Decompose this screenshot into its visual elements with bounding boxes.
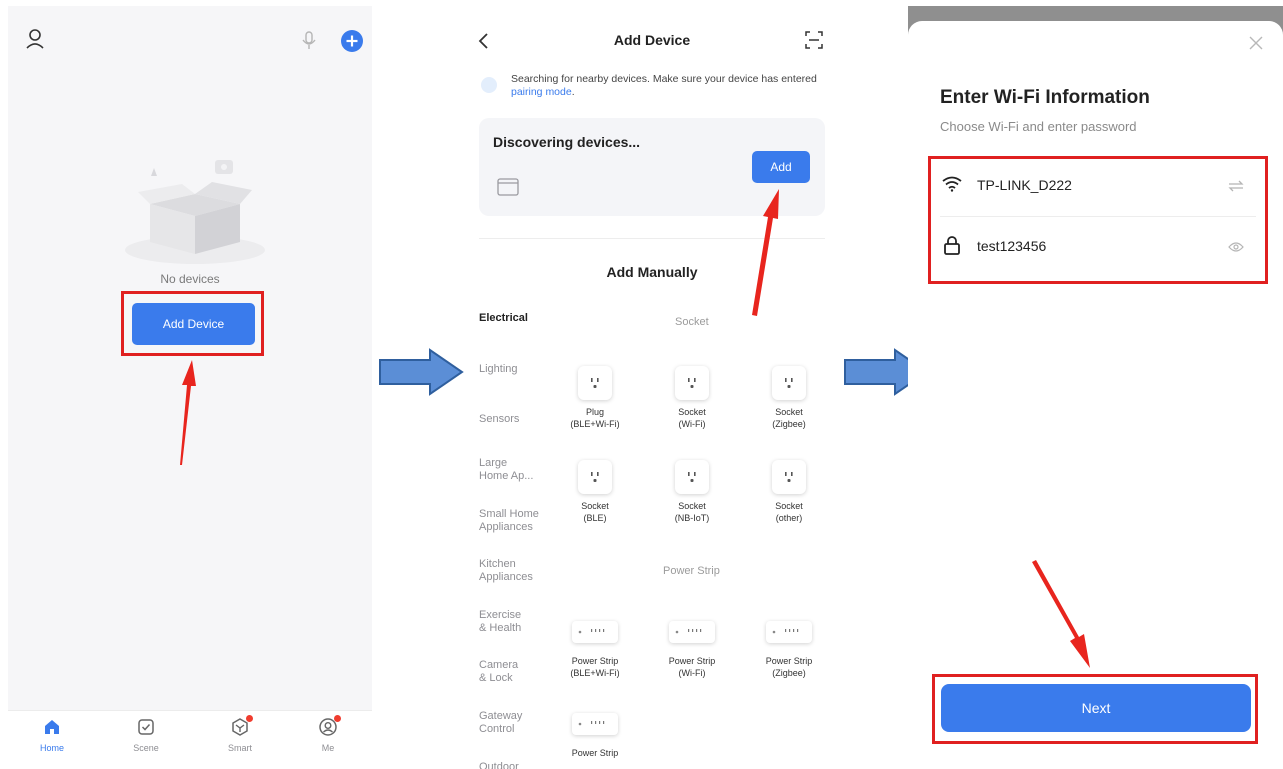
add-discovered-button[interactable]: Add <box>752 151 810 183</box>
category-gateway-control[interactable]: Gateway Control <box>479 710 559 736</box>
device-line2: (BLE) <box>583 513 607 523</box>
device-line1: Plug <box>585 407 604 417</box>
tab-home-label: Home <box>39 743 64 753</box>
device-line2: (Wi-Fi) <box>678 668 706 678</box>
me-icon <box>318 715 341 739</box>
category-exercise-health[interactable]: Exercise & Health <box>479 609 559 635</box>
device-line1: Power Strip <box>668 656 716 666</box>
device-socket-other[interactable]: Socket (other) <box>749 460 829 524</box>
smart-icon <box>230 715 253 739</box>
category-outdoor[interactable]: Outdoor <box>479 761 559 769</box>
category-kitchen-appliances[interactable]: Kitchen Appliances <box>479 558 559 584</box>
category-electrical[interactable]: Electrical <box>479 312 559 325</box>
search-hint-end: . <box>571 86 575 98</box>
no-devices-label: No devices <box>160 272 220 286</box>
device-line2: (other) <box>775 513 803 523</box>
flow-arrow-right-1 <box>379 348 464 396</box>
category-lighting[interactable]: Lighting <box>479 363 559 376</box>
device-line1: Power Strip <box>571 748 619 758</box>
pointer-arrow-2 <box>752 189 779 316</box>
smart-badge <box>246 715 253 722</box>
socket-icon <box>675 460 709 494</box>
power-strip-icon <box>766 621 812 643</box>
device-line1: Power Strip <box>765 656 813 666</box>
device-power-strip-zigbee[interactable]: Power Strip (Zigbee) <box>749 615 829 679</box>
socket-icon <box>772 366 806 400</box>
device-plug-ble-wifi[interactable]: Plug (BLE+Wi-Fi) <box>555 366 635 430</box>
category-small-home-appliances[interactable]: Small Home Appliances <box>479 508 559 534</box>
search-hint-text: Searching for nearby devices. Make sure … <box>511 73 817 85</box>
device-line2: (BLE+Wi-Fi) <box>570 668 620 678</box>
category-camera-lock[interactable]: Camera & Lock <box>479 659 559 685</box>
device-power-strip-wifi[interactable]: Power Strip (Wi-Fi) <box>652 615 732 679</box>
tab-me[interactable]: Me <box>298 715 358 753</box>
microphone-icon[interactable] <box>301 30 317 57</box>
tab-smart[interactable]: Smart <box>210 715 270 753</box>
category-sensors[interactable]: Sensors <box>479 413 559 426</box>
pairing-mode-link[interactable]: pairing mode <box>511 86 572 98</box>
home-icon <box>22 717 82 739</box>
device-line2: (Zigbee) <box>772 668 806 678</box>
device-line1: Power Strip <box>571 656 619 666</box>
device-line2: (NB-IoT) <box>674 513 710 523</box>
device-line1: Socket <box>775 407 803 417</box>
socket-icon <box>675 366 709 400</box>
pointer-arrow-1 <box>180 360 196 465</box>
tab-home[interactable]: Home <box>22 717 82 753</box>
device-line2: (Zigbee) <box>772 419 806 429</box>
socket-icon <box>578 366 612 400</box>
bluetooth-search-icon <box>480 76 498 99</box>
tab-smart-label: Smart <box>227 743 252 753</box>
close-icon[interactable] <box>1248 35 1264 56</box>
discovering-title: Discovering devices... <box>493 134 641 150</box>
power-strip-icon <box>572 713 618 735</box>
highlight-add-device <box>121 291 264 356</box>
device-line1: Socket <box>678 501 706 511</box>
wifi-info-subtitle: Choose Wi-Fi and enter password <box>940 119 1137 134</box>
tab-scene[interactable]: Scene <box>116 717 176 753</box>
socket-icon <box>772 460 806 494</box>
device-socket-wifi[interactable]: Socket (Wi-Fi) <box>652 366 732 430</box>
power-strip-icon <box>572 621 618 643</box>
search-hint: Searching for nearby devices. Make sure … <box>511 73 821 99</box>
device-placeholder-icon <box>497 178 519 201</box>
highlight-wifi-form <box>928 156 1268 284</box>
power-strip-icon <box>669 621 715 643</box>
device-socket-nb-iot[interactable]: Socket (NB-IoT) <box>652 460 732 524</box>
wifi-info-title: Enter Wi-Fi Information <box>940 87 1150 108</box>
section-power-strip: Power Strip <box>663 565 720 577</box>
profile-icon[interactable] <box>25 28 45 55</box>
highlight-next-button <box>932 674 1258 744</box>
pointer-arrow-3 <box>1032 560 1090 668</box>
tab-scene-label: Scene <box>133 743 159 753</box>
category-large-home-appliances[interactable]: Large Home Ap... <box>479 457 559 483</box>
scan-icon[interactable] <box>804 30 824 55</box>
me-badge <box>334 715 341 722</box>
device-line2: (Wi-Fi) <box>678 419 706 429</box>
bottom-tab-bar: Home Scene Smart Me <box>8 710 372 769</box>
device-line1: Socket <box>775 501 803 511</box>
section-socket: Socket <box>675 316 709 328</box>
device-socket-ble[interactable]: Socket (BLE) <box>555 460 635 524</box>
device-line1: Socket <box>581 501 609 511</box>
device-socket-zigbee[interactable]: Socket (Zigbee) <box>749 366 829 430</box>
device-line1: Socket <box>678 407 706 417</box>
device-power-strip-ble-wifi[interactable]: Power Strip (BLE+Wi-Fi) <box>555 615 635 679</box>
empty-box-illustration <box>120 154 270 271</box>
add-plus-icon[interactable] <box>341 30 363 57</box>
device-line2: (BLE+Wi-Fi) <box>570 419 620 429</box>
checkbox-icon <box>116 717 176 739</box>
add-device-screen: Add Device Searching for nearby devices.… <box>467 6 837 769</box>
socket-icon <box>578 460 612 494</box>
page-title: Add Device <box>613 32 691 48</box>
tab-me-label: Me <box>321 743 335 753</box>
device-power-strip[interactable]: Power Strip <box>555 707 635 759</box>
